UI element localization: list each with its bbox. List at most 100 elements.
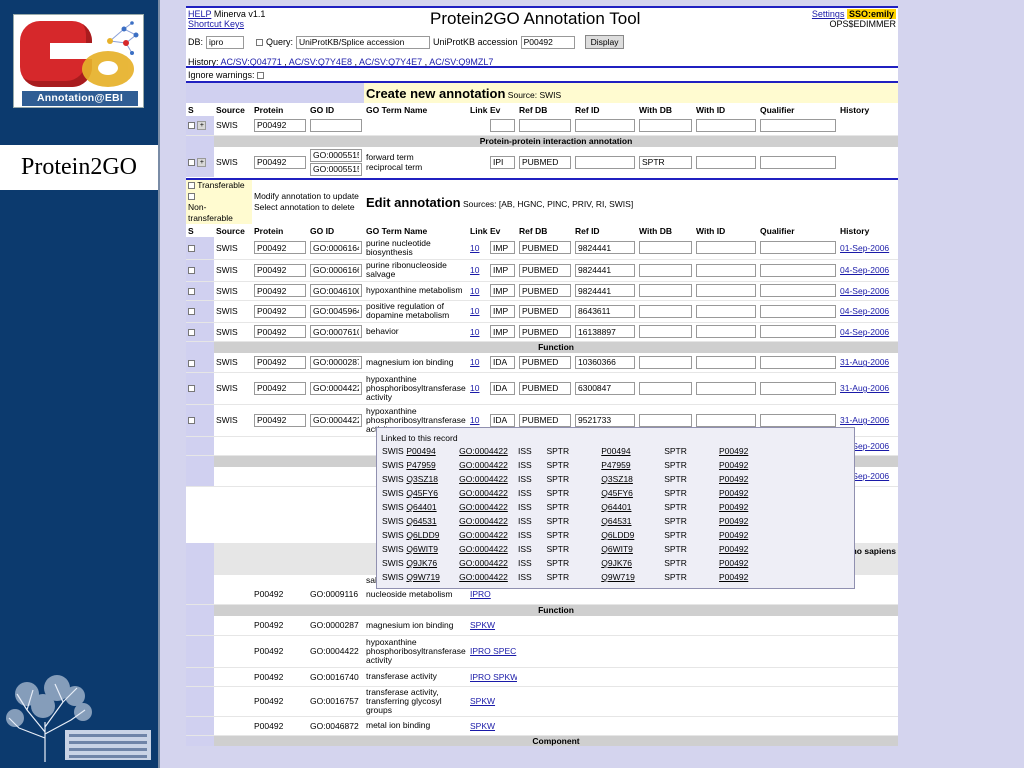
linked-record-row[interactable]: SWIS Q45FY6 GO:0004422 ISS SPTR Q45FY6 SPTR P00…: [381, 486, 781, 500]
select-cell[interactable]: [186, 237, 214, 260]
protein-input[interactable]: [254, 381, 306, 395]
with-id-input[interactable]: [696, 304, 757, 318]
linked-record-row[interactable]: SWIS Q3SZ18 GO:0004422 ISS SPTR Q3SZ18 SPTR P00…: [381, 472, 781, 486]
query-input[interactable]: [296, 35, 431, 49]
ev-input[interactable]: [490, 284, 516, 297]
select-cell[interactable]: [186, 259, 214, 282]
evidence-link[interactable]: IPRO SPEC: [470, 646, 516, 656]
with-db-input[interactable]: [639, 355, 693, 369]
qualifier-input[interactable]: [760, 284, 837, 297]
link-count[interactable]: 10: [470, 286, 479, 296]
protein-input[interactable]: [254, 118, 306, 132]
link-count[interactable]: 10: [470, 265, 479, 275]
ref-db-input[interactable]: [519, 241, 572, 255]
query-checkbox[interactable]: [256, 38, 264, 46]
display-button[interactable]: Display: [584, 35, 625, 49]
ref-id-input[interactable]: [575, 118, 635, 132]
link-count[interactable]: 10: [470, 357, 479, 367]
ref-id-input[interactable]: [575, 263, 636, 277]
select-cell[interactable]: [186, 404, 214, 437]
row-checkbox[interactable]: [188, 308, 195, 316]
select-cell[interactable]: [186, 322, 214, 342]
history-date-link[interactable]: 04-Sep-2006: [840, 265, 889, 275]
qualifier-input[interactable]: [760, 325, 837, 338]
row-checkbox[interactable]: [188, 267, 195, 275]
with-db-input[interactable]: [639, 241, 693, 255]
protein-input[interactable]: [254, 304, 306, 318]
qualifier-input[interactable]: [760, 304, 837, 318]
history-date-link[interactable]: 31-Aug-2006: [840, 357, 889, 367]
ref-db-input[interactable]: [519, 284, 572, 297]
evidence-link[interactable]: SPKW: [470, 620, 495, 630]
select-cell[interactable]: [186, 353, 214, 373]
protein-input[interactable]: [254, 155, 306, 169]
history-date-link[interactable]: 31-Aug-2006: [840, 415, 889, 425]
ref-id-input[interactable]: [575, 413, 636, 427]
ignore-warnings-checkbox[interactable]: [257, 72, 265, 80]
row-checkbox[interactable]: [188, 359, 195, 367]
with-id-input[interactable]: [696, 325, 757, 338]
with-db-input[interactable]: [639, 155, 692, 169]
go-id-input[interactable]: [310, 304, 363, 318]
db-input[interactable]: [206, 35, 245, 49]
with-db-input[interactable]: [639, 118, 692, 132]
protein-input[interactable]: [254, 241, 306, 255]
qualifier-input[interactable]: [760, 241, 837, 255]
history-date-link[interactable]: 04-Sep-2006: [840, 306, 889, 316]
protein-input[interactable]: [254, 325, 306, 338]
with-db-input[interactable]: [639, 263, 693, 277]
with-id-input[interactable]: [696, 263, 757, 277]
ref-id-input[interactable]: [575, 304, 636, 318]
row-checkbox[interactable]: [188, 245, 195, 252]
ref-id-input[interactable]: [575, 241, 636, 255]
ref-id-input[interactable]: [575, 155, 635, 169]
linked-record-row[interactable]: SWIS Q9W719 GO:0004422 ISS SPTR Q9W719 SPTR P00…: [381, 570, 781, 584]
qualifier-input[interactable]: [760, 118, 836, 132]
linked-record-row[interactable]: SWIS P00494 GO:0004422 ISS SPTR P00494 SPTR P00…: [381, 444, 781, 458]
ref-db-input[interactable]: [519, 263, 572, 277]
go-id-input-reciprocal[interactable]: [310, 162, 362, 176]
row-checkbox[interactable]: [188, 385, 195, 393]
linked-record-row[interactable]: SWIS Q64401 GO:0004422 ISS SPTR Q64401 SPTR P00…: [381, 500, 781, 514]
with-id-input[interactable]: [696, 413, 757, 427]
qualifier-input[interactable]: [760, 355, 837, 369]
linked-record-row[interactable]: SWIS P47959 GO:0004422 ISS SPTR P47959 SPTR P00…: [381, 458, 781, 472]
ev-input[interactable]: [490, 304, 516, 318]
with-id-input[interactable]: [696, 284, 757, 297]
with-id-input[interactable]: [696, 118, 756, 132]
plus-icon[interactable]: +: [197, 158, 207, 168]
qualifier-input[interactable]: [760, 155, 836, 169]
link-count[interactable]: 10: [470, 306, 479, 316]
link-count[interactable]: 10: [470, 415, 479, 425]
with-db-input[interactable]: [639, 284, 693, 297]
ref-db-input[interactable]: [519, 413, 572, 427]
settings-link[interactable]: Settings: [812, 9, 845, 19]
ref-db-input[interactable]: [519, 325, 572, 338]
go-id-input[interactable]: [310, 241, 363, 255]
protein-input[interactable]: [254, 263, 306, 277]
history-date-link[interactable]: 04-Sep-2006: [840, 286, 889, 296]
ref-id-input[interactable]: [575, 355, 636, 369]
row-checkbox[interactable]: [188, 122, 195, 130]
with-db-input[interactable]: [639, 325, 693, 338]
with-id-input[interactable]: [696, 381, 757, 395]
qualifier-input[interactable]: [760, 263, 837, 277]
ev-input[interactable]: [490, 155, 515, 169]
ev-input[interactable]: [490, 118, 515, 132]
link-count[interactable]: 10: [470, 327, 479, 337]
link-count[interactable]: 10: [470, 243, 479, 253]
select-cell[interactable]: [186, 300, 214, 323]
ref-id-input[interactable]: [575, 381, 636, 395]
ref-db-input[interactable]: [519, 381, 572, 395]
go-id-input[interactable]: [310, 263, 363, 277]
ref-id-input[interactable]: [575, 284, 636, 297]
go-id-input-forward[interactable]: [310, 148, 362, 162]
history-date-link[interactable]: 01-Sep-2006: [840, 243, 889, 253]
ev-input[interactable]: [490, 241, 516, 255]
protein-input[interactable]: [254, 355, 306, 369]
go-id-input[interactable]: [310, 413, 363, 427]
ev-input[interactable]: [490, 263, 516, 277]
linked-record-row[interactable]: SWIS Q9JK76 GO:0004422 ISS SPTR Q9JK76 SPTR P00…: [381, 556, 781, 570]
ev-input[interactable]: [490, 413, 516, 427]
with-id-input[interactable]: [696, 241, 757, 255]
